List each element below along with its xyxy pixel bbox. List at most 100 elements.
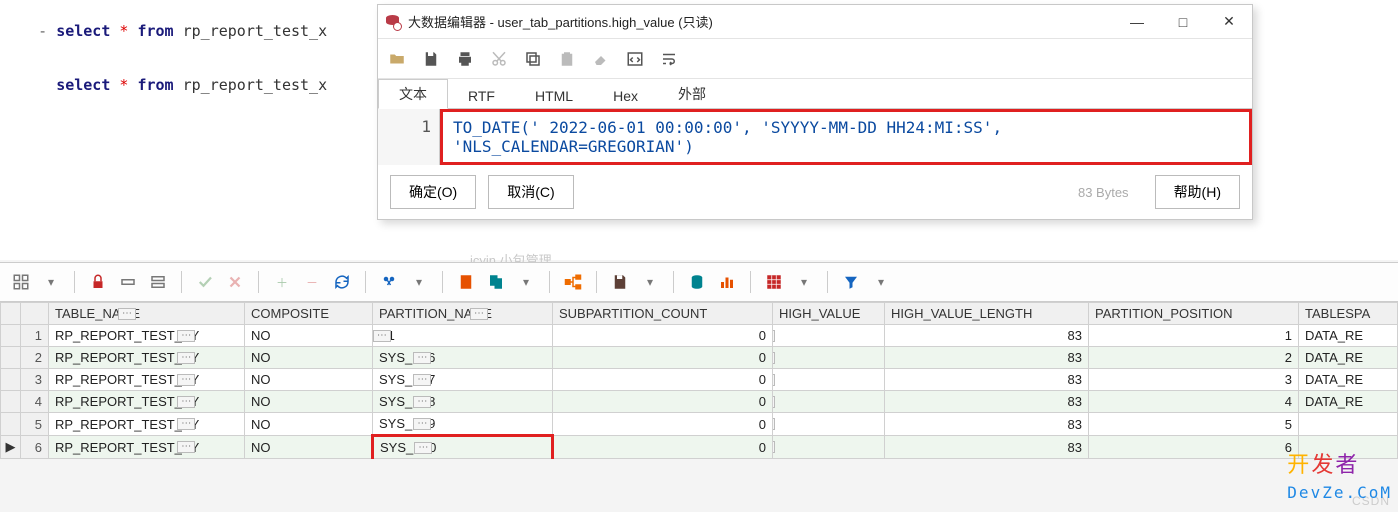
- cell-high-value-length[interactable]: 83: [885, 436, 1089, 459]
- cell-high-value-length[interactable]: 83: [885, 347, 1089, 369]
- ellipsis-icon[interactable]: ⋯: [773, 330, 776, 342]
- dropdown-icon[interactable]: ▾: [40, 271, 62, 293]
- header-subpartition-count[interactable]: SUBPARTITION_COUNT: [553, 303, 773, 325]
- ellipsis-icon[interactable]: ⋯: [773, 374, 776, 386]
- report2-icon[interactable]: [485, 271, 507, 293]
- cell-partition-name[interactable]: SYS_P68⋯: [373, 391, 553, 413]
- cell-high-value[interactable]: ⋯: [773, 369, 885, 391]
- cut-icon[interactable]: [490, 50, 508, 68]
- help-button[interactable]: 帮助(H): [1155, 175, 1240, 209]
- cancel-button[interactable]: 取消(C): [488, 175, 573, 209]
- copy-icon[interactable]: [524, 50, 542, 68]
- header-partition-position[interactable]: PARTITION_POSITION: [1089, 303, 1299, 325]
- find-dropdown-icon[interactable]: ▾: [408, 271, 430, 293]
- erase-icon[interactable]: [592, 50, 610, 68]
- header-partition-name[interactable]: PARTITION_NAME⋯: [373, 303, 553, 325]
- grid-export-icon[interactable]: [763, 271, 785, 293]
- ellipsis-icon[interactable]: ⋯: [177, 418, 195, 430]
- cell-partition-position[interactable]: 1: [1089, 325, 1299, 347]
- open-icon[interactable]: [388, 50, 406, 68]
- tab-rtf[interactable]: RTF: [448, 84, 515, 108]
- cell-composite[interactable]: NO: [245, 347, 373, 369]
- relation-icon[interactable]: [562, 271, 584, 293]
- maximize-button[interactable]: □: [1160, 5, 1206, 39]
- cell-high-value[interactable]: ⋯: [773, 391, 885, 413]
- wrap-icon[interactable]: [660, 50, 678, 68]
- grid-view-icon[interactable]: [10, 271, 32, 293]
- cell-partition-position[interactable]: 6: [1089, 436, 1299, 459]
- result-grid[interactable]: TABLE_NAME⋯ COMPOSITE PARTITION_NAME⋯ SU…: [0, 302, 1398, 459]
- cell-tablespace[interactable]: [1299, 436, 1398, 459]
- save-result-icon[interactable]: [609, 271, 631, 293]
- cell-tablespace[interactable]: [1299, 413, 1398, 436]
- cell-table-name[interactable]: RP_REPORT_TEST_XY⋯: [49, 347, 245, 369]
- close-button[interactable]: ✕: [1206, 5, 1252, 39]
- cell-subpartition-count[interactable]: 0: [553, 325, 773, 347]
- table-row[interactable]: 3RP_REPORT_TEST_XY⋯NOSYS_P67⋯0⋯833DATA_R…: [1, 369, 1398, 391]
- ellipsis-icon[interactable]: ⋯: [413, 418, 431, 430]
- ellipsis-icon[interactable]: ⋯: [177, 374, 195, 386]
- cell-high-value[interactable]: ⋯: [773, 325, 885, 347]
- report-dropdown-icon[interactable]: ▾: [515, 271, 537, 293]
- tab-text[interactable]: 文本: [378, 79, 448, 109]
- cell-composite[interactable]: NO: [245, 391, 373, 413]
- cell-partition-position[interactable]: 5: [1089, 413, 1299, 436]
- table-row[interactable]: 2RP_REPORT_TEST_XY⋯NOSYS_P66⋯0⋯832DATA_R…: [1, 347, 1398, 369]
- cell-tablespace[interactable]: DATA_RE: [1299, 369, 1398, 391]
- paste-icon[interactable]: [558, 50, 576, 68]
- cell-subpartition-count[interactable]: 0: [553, 391, 773, 413]
- cell-partition-name[interactable]: SYS_P69⋯: [373, 413, 553, 436]
- cell-partition-name[interactable]: P1⋯: [373, 325, 553, 347]
- filter-dropdown-icon[interactable]: ▾: [870, 271, 892, 293]
- row-multi-icon[interactable]: [147, 271, 169, 293]
- add-row-icon[interactable]: ＋: [271, 271, 293, 293]
- ellipsis-icon[interactable]: ⋯: [413, 396, 431, 408]
- cell-tablespace[interactable]: DATA_RE: [1299, 347, 1398, 369]
- dialog-titlebar[interactable]: 大数据编辑器 - user_tab_partitions.high_value …: [378, 5, 1252, 39]
- refresh-icon[interactable]: [331, 271, 353, 293]
- cell-high-value-length[interactable]: 83: [885, 369, 1089, 391]
- cell-table-name[interactable]: RP_REPORT_TEST_XY⋯: [49, 391, 245, 413]
- header-high-value[interactable]: HIGH_VALUE: [773, 303, 885, 325]
- cell-composite[interactable]: NO: [245, 436, 373, 459]
- header-composite[interactable]: COMPOSITE: [245, 303, 373, 325]
- save-icon[interactable]: [422, 50, 440, 68]
- ellipsis-icon[interactable]: ⋯: [773, 418, 776, 430]
- ellipsis-icon[interactable]: ⋯: [373, 330, 391, 342]
- header-high-value-length[interactable]: HIGH_VALUE_LENGTH: [885, 303, 1089, 325]
- export-dropdown-icon[interactable]: ▾: [793, 271, 815, 293]
- cell-subpartition-count[interactable]: 0: [553, 369, 773, 391]
- cell-partition-position[interactable]: 3: [1089, 369, 1299, 391]
- ellipsis-icon[interactable]: ⋯: [177, 330, 195, 342]
- report-icon[interactable]: [455, 271, 477, 293]
- cell-subpartition-count[interactable]: 0: [553, 347, 773, 369]
- cell-high-value-length[interactable]: 83: [885, 391, 1089, 413]
- cell-partition-position[interactable]: 2: [1089, 347, 1299, 369]
- filter-icon[interactable]: [840, 271, 862, 293]
- cell-table-name[interactable]: RP_REPORT_TEST_XY⋯: [49, 325, 245, 347]
- cell-high-value[interactable]: ⋯: [773, 436, 885, 459]
- ok-button[interactable]: 确定(O): [390, 175, 476, 209]
- header-tablespace[interactable]: TABLESPA: [1299, 303, 1398, 325]
- rollback-icon[interactable]: [224, 271, 246, 293]
- save-dropdown-icon[interactable]: ▾: [639, 271, 661, 293]
- lock-icon[interactable]: [87, 271, 109, 293]
- db-icon[interactable]: [686, 271, 708, 293]
- ellipsis-icon[interactable]: ⋯: [177, 396, 195, 408]
- tab-html[interactable]: HTML: [515, 84, 593, 108]
- tab-hex[interactable]: Hex: [593, 84, 658, 108]
- cell-partition-name[interactable]: SYS_P66⋯: [373, 347, 553, 369]
- ellipsis-icon[interactable]: ⋯: [177, 352, 195, 364]
- ellipsis-icon[interactable]: ⋯: [773, 352, 776, 364]
- cell-subpartition-count[interactable]: 0: [553, 436, 773, 459]
- cell-subpartition-count[interactable]: 0: [553, 413, 773, 436]
- chart-icon[interactable]: [716, 271, 738, 293]
- cell-partition-name[interactable]: SYS_P70⋯: [373, 436, 553, 459]
- commit-icon[interactable]: [194, 271, 216, 293]
- delete-row-icon[interactable]: －: [301, 271, 323, 293]
- ellipsis-icon[interactable]: ⋯: [177, 441, 195, 453]
- cell-table-name[interactable]: RP_REPORT_TEST_XY⋯: [49, 413, 245, 436]
- table-row[interactable]: 4RP_REPORT_TEST_XY⋯NOSYS_P68⋯0⋯834DATA_R…: [1, 391, 1398, 413]
- cell-partition-position[interactable]: 4: [1089, 391, 1299, 413]
- cell-high-value-length[interactable]: 83: [885, 413, 1089, 436]
